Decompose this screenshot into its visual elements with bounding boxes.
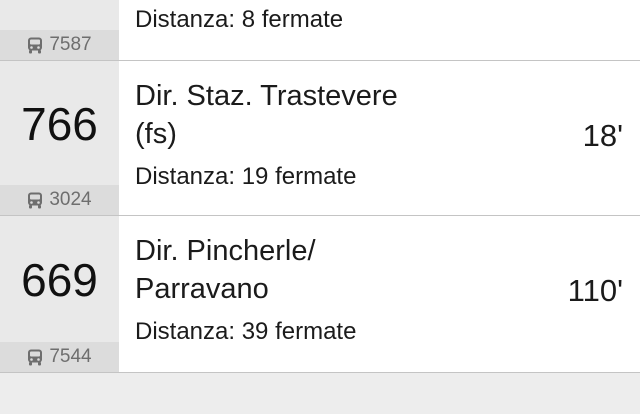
arrival-row[interactable]: 7587 Distanza: 8 fermate [0,0,640,61]
line-number: 669 [21,254,98,306]
destination-text: Dir. Staz. Trastevere (fs) [135,77,398,153]
destination-line: Dir. Staz. Trastevere [135,80,398,112]
eta-minutes: 18' [582,118,623,153]
bus-icon [28,192,43,208]
stop-code: 7544 [49,346,92,367]
stop-code-badge: 7587 [0,30,119,60]
line-panel: 7587 [0,0,119,60]
bus-icon [28,349,43,365]
arrival-row[interactable]: 669 7544 Dir. Pincherle/ Parravano 110' … [0,216,640,373]
distance-text: Distanza: 39 fermate [135,318,357,345]
line-panel: 669 7544 [0,216,119,372]
stop-code: 3024 [49,189,92,210]
stop-code-badge: 3024 [0,185,119,215]
line-panel: 766 3024 [0,61,119,215]
distance-text: Distanza: 19 fermate [135,163,357,190]
arrival-row[interactable]: 766 3024 Dir. Staz. Trastevere (fs) 18' … [0,61,640,216]
list-footer [0,373,640,414]
destination-text: Dir. Pincherle/ Parravano [135,232,316,308]
eta-minutes: 110' [567,273,623,308]
bus-icon [28,37,43,53]
distance-text: Distanza: 8 fermate [135,6,344,33]
destination-line: Parravano [135,273,269,305]
stop-code-badge: 7544 [0,342,119,372]
stop-code: 7587 [49,34,92,55]
line-number: 766 [21,98,98,150]
destination-line: Dir. Pincherle/ [135,235,316,267]
destination-line: (fs) [135,118,177,150]
